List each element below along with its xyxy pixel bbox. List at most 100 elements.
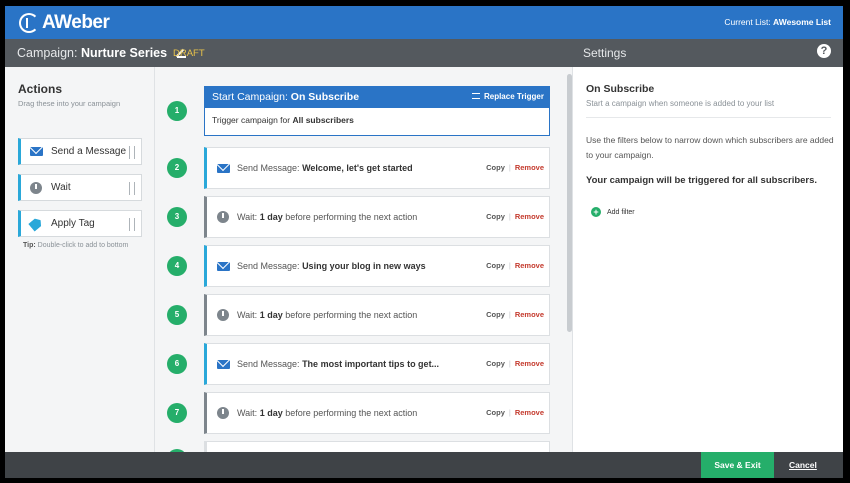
envelope-icon (216, 163, 230, 173)
step-value: 1 day (259, 212, 283, 222)
drag-handle-icon[interactable] (129, 182, 135, 195)
step-text: Send Message: The most important tips to… (237, 359, 439, 369)
step-actions: Copy | Remove (486, 359, 544, 368)
action-apply-tag[interactable]: Apply Tag (18, 210, 142, 237)
campaign-label: Campaign: (17, 46, 78, 60)
clock-icon (30, 181, 42, 194)
settings-title: Settings (583, 46, 627, 60)
envelope-icon (29, 147, 43, 156)
actions-panel: Actions Drag these into your campaign Se… (5, 67, 155, 452)
step-number: 1 (167, 101, 187, 121)
copy-link[interactable]: Copy (486, 359, 505, 368)
remove-link[interactable]: Remove (515, 163, 544, 172)
step-actions: Copy | Remove (486, 310, 544, 319)
step-suffix: before performing the next action (285, 408, 418, 418)
remove-link[interactable]: Remove (515, 408, 544, 417)
settings-trigger-title: On Subscribe (586, 83, 655, 95)
step-card-wait[interactable]: Wait: 1 day before performing the next a… (204, 294, 550, 336)
step-text: Send Message: Welcome, let's get started (237, 163, 413, 173)
save-exit-button[interactable]: Save & Exit (701, 452, 774, 478)
step-prefix: Send Message: (237, 359, 300, 369)
step-prefix: Wait: (237, 408, 258, 418)
current-list-value: AWesome List (773, 17, 831, 27)
envelope-icon (216, 359, 230, 369)
step-value: Welcome, let's get started (302, 163, 413, 173)
help-icon[interactable]: ? (817, 44, 831, 58)
step-number: 4 (167, 256, 187, 276)
trigger-body: Trigger campaign for All subscribers (205, 108, 549, 132)
settings-description: Use the filters below to narrow down whi… (586, 135, 834, 160)
top-bar: AWeber Current List: AWesome List (5, 6, 843, 39)
tip-body: Double-click to add to bottom (37, 242, 129, 249)
step-text: Wait: 1 day before performing the next a… (237, 212, 417, 222)
trigger-note: Your campaign will be triggered for all … (586, 175, 818, 186)
step-prefix: Send Message: (237, 261, 300, 271)
actions-heading: Actions (18, 82, 63, 96)
step-prefix: Wait: (237, 310, 258, 320)
step-actions: Copy | Remove (486, 212, 544, 221)
app-window: AWeber Current List: AWesome List Campai… (5, 6, 843, 478)
cancel-link[interactable]: Cancel (789, 460, 817, 470)
action-send-message[interactable]: Send a Message (18, 138, 142, 165)
step-number: 5 (167, 305, 187, 325)
divider (586, 117, 831, 118)
status-badge: DRAFT (173, 48, 205, 59)
add-filter-button[interactable]: + Add filter (591, 207, 635, 217)
tip-label: Tip: (23, 242, 36, 249)
step-value: 1 day (259, 310, 283, 320)
drag-handle-icon[interactable] (129, 146, 135, 159)
step-card-message[interactable]: Send Message: Using your blog in new way… (204, 245, 550, 287)
aweber-logo[interactable]: AWeber (19, 12, 110, 34)
replace-trigger-button[interactable]: Replace Trigger (471, 92, 544, 101)
plus-circle-icon: + (591, 207, 601, 217)
step-number: 3 (167, 207, 187, 227)
aweber-logo-icon (19, 13, 39, 33)
replace-trigger-label: Replace Trigger (483, 92, 544, 101)
copy-link[interactable]: Copy (486, 261, 505, 270)
settings-panel: On Subscribe Start a campaign when someo… (572, 67, 843, 452)
step-value: Using your blog in new ways (302, 261, 426, 271)
copy-link[interactable]: Copy (486, 163, 505, 172)
campaign-name: Nurture Series (80, 46, 168, 60)
clock-icon (217, 211, 229, 223)
tag-icon (28, 216, 44, 231)
copy-link[interactable]: Copy (486, 310, 505, 319)
step-card-message[interactable]: Send Message: The most important tips to… (204, 343, 550, 385)
current-list[interactable]: Current List: AWesome List (724, 17, 831, 27)
remove-link[interactable]: Remove (515, 310, 544, 319)
workflow-canvas: 1 Start Campaign: On Subscribe Replace T… (156, 67, 564, 452)
current-list-label: Current List: (724, 17, 771, 27)
step-prefix: Wait: (237, 212, 258, 222)
action-label: Apply Tag (51, 218, 95, 229)
logo-text: AWeber (42, 12, 110, 33)
trigger-card[interactable]: Start Campaign: On Subscribe Replace Tri… (204, 86, 550, 136)
settings-trigger-subtitle: Start a campaign when someone is added t… (586, 99, 775, 108)
step-actions: Copy | Remove (486, 163, 544, 172)
action-wait[interactable]: Wait (18, 174, 142, 201)
action-label: Send a Message (51, 146, 127, 157)
step-text: Send Message: Using your blog in new way… (237, 261, 426, 271)
step-card-partial[interactable] (204, 441, 550, 452)
trigger-name: On Subscribe (290, 91, 360, 103)
step-card-message[interactable]: Send Message: Welcome, let's get started… (204, 147, 550, 189)
clock-icon (217, 407, 229, 419)
copy-link[interactable]: Copy (486, 212, 505, 221)
step-card-wait[interactable]: Wait: 1 day before performing the next a… (204, 196, 550, 238)
copy-link[interactable]: Copy (486, 408, 505, 417)
clock-icon (217, 309, 229, 321)
step-text: Wait: 1 day before performing the next a… (237, 310, 417, 320)
step-actions: Copy | Remove (486, 408, 544, 417)
remove-link[interactable]: Remove (515, 261, 544, 270)
step-number: 2 (167, 158, 187, 178)
add-filter-label: Add filter (607, 208, 635, 216)
remove-link[interactable]: Remove (515, 359, 544, 368)
step-suffix: before performing the next action (285, 212, 418, 222)
remove-link[interactable]: Remove (515, 212, 544, 221)
drag-handle-icon[interactable] (129, 218, 135, 231)
trigger-prefix: Start Campaign: (212, 91, 288, 103)
step-actions: Copy | Remove (486, 261, 544, 270)
step-value: The most important tips to get... (302, 359, 440, 369)
envelope-icon (216, 261, 230, 271)
step-text: Wait: 1 day before performing the next a… (237, 408, 417, 418)
step-card-wait[interactable]: Wait: 1 day before performing the next a… (204, 392, 550, 434)
